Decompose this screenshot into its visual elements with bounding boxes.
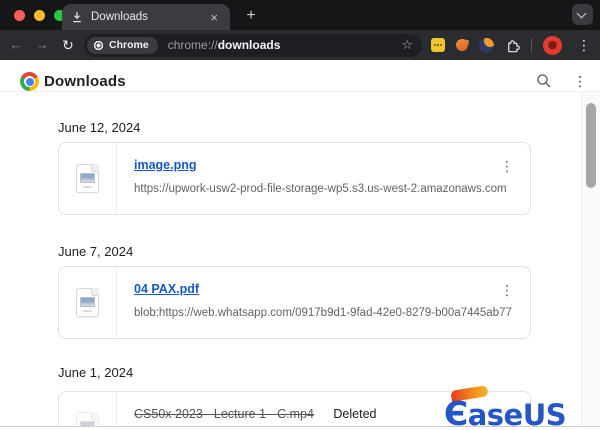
file-icon-column [59,392,117,430]
minimize-window-button[interactable] [34,10,45,21]
file-link[interactable]: 04 PAX.pdf [134,282,199,296]
item-menu-icon[interactable]: ⋮ [495,280,519,301]
date-heading: June 12, 2024 [58,120,141,135]
deleted-file-name: CS50x 2023 - Lecture 1 - C.mp4 [134,407,314,421]
address-bar[interactable]: Chrome chrome://downloads ☆ [84,33,422,57]
back-button[interactable]: ← [3,30,29,60]
chrome-mono-icon [93,39,104,51]
url-host: downloads [217,38,281,52]
date-heading: June 7, 2024 [58,244,134,259]
titlebar: Downloads × + [0,0,600,30]
browser-menu-icon[interactable]: ⋮ [573,37,595,54]
file-png-icon [76,164,99,193]
file-source-url: blob:https://web.whatsapp.com/0917b9d1-9… [134,307,512,319]
file-source-url: https://upwork-usw2-prod-file-storage-wp… [134,183,507,195]
page-title: Downloads [44,73,126,90]
close-window-button[interactable] [14,10,25,21]
tab-downloads[interactable]: Downloads × [62,4,230,30]
download-icon [71,11,83,23]
toolbar-extensions: ⋮ [431,30,595,60]
chrome-logo-icon [20,72,39,91]
header-divider [0,91,600,92]
chevron-down-icon[interactable] [572,4,593,25]
chip-label: Chrome [109,39,149,51]
file-pdf-icon [76,288,99,317]
file-icon-column [59,267,117,338]
bookmark-star-icon[interactable]: ☆ [401,37,413,53]
close-tab-icon[interactable]: × [207,9,221,26]
extension-flame-icon[interactable] [454,37,470,53]
extension-moon-icon[interactable] [479,37,494,53]
scrollbar-track[interactable] [581,92,600,430]
tab-title: Downloads [91,11,148,23]
forward-button[interactable]: → [29,30,55,60]
chrome-chip[interactable]: Chrome [87,36,158,54]
url-scheme: chrome:// [167,38,218,52]
page-menu-icon[interactable]: ⋮ [570,72,590,90]
easeus-logo-text: ЄaseUS [444,394,567,430]
traffic-lights [14,10,65,21]
item-menu-icon[interactable]: ⋮ [495,156,519,177]
search-icon[interactable] [535,72,553,90]
reload-button[interactable]: ↻ [55,30,81,60]
new-tab-button[interactable]: + [240,5,262,27]
toolbar-separator [531,37,532,53]
download-card: 04 PAX.pdf blob:https://web.whatsapp.com… [58,266,531,339]
download-card: image.png https://upwork-usw2-prod-file-… [58,142,531,215]
date-heading: June 1, 2024 [58,365,134,380]
status-badge: Deleted [333,407,377,421]
url-text: chrome://downloads [168,38,281,52]
extension-yellow-icon[interactable] [431,38,445,52]
easeus-watermark: ЄaseUS [444,385,599,430]
scrollbar-thumb[interactable] [586,103,596,188]
extensions-puzzle-icon[interactable] [505,38,520,53]
file-icon-column [59,143,117,214]
file-link[interactable]: image.png [134,158,197,172]
profile-avatar[interactable] [543,35,562,55]
